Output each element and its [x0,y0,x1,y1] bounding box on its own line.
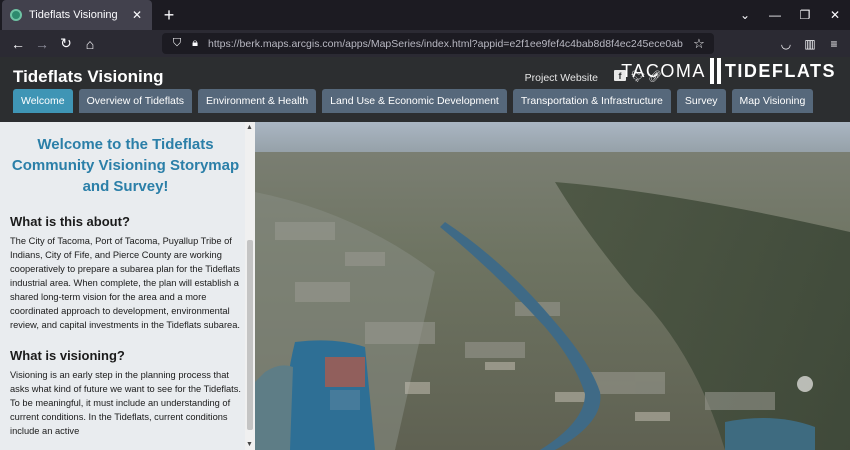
tab-map-visioning[interactable]: Map Visioning [731,89,814,113]
lock-icon[interactable]: 🔒︎ [186,37,204,50]
tab-land-use[interactable]: Land Use & Economic Development [322,89,507,113]
scroll-down-icon[interactable]: ▼ [246,441,253,448]
url-bar[interactable]: ⛉ 🔒︎ https://berk.maps.arcgis.com/apps/M… [162,33,714,54]
forward-icon[interactable]: → [30,36,54,52]
scrollbar-thumb[interactable] [247,240,253,430]
site-favicon-icon [10,9,22,21]
browser-tab-title: Tideflats Visioning [29,9,118,21]
tab-overview[interactable]: Overview of Tideflats [78,89,193,113]
project-website-link[interactable]: Project Website [525,72,598,84]
logo-text-left: TACOMA [621,60,706,81]
aerial-photo-image [255,122,850,450]
menu-icon[interactable]: ≡ [822,37,846,51]
back-icon[interactable]: ← [6,36,30,52]
tab-transportation[interactable]: Transportation & Infrastructure [512,89,671,113]
scroll-up-icon[interactable]: ▲ [246,124,253,131]
reload-icon[interactable]: ↻ [54,35,78,52]
tacoma-tideflats-logo: TACOMA TIDEFLATS [621,58,836,84]
section-text-visioning: Visioning is an early step in the planni… [10,370,241,436]
section-title-visioning: What is visioning? [10,348,125,363]
tab-environment-health[interactable]: Environment & Health [198,89,317,113]
panel-scrollbar[interactable]: ▲ ▼ [245,122,255,450]
browser-tab[interactable]: Tideflats Visioning ✕ [2,0,152,30]
aerial-photo[interactable] [255,122,850,450]
tab-welcome[interactable]: Welcome [13,89,73,113]
tab-survey[interactable]: Survey [676,89,726,113]
logo-mark-icon [709,58,721,84]
logo-text-right: TIDEFLATS [724,60,836,81]
section-tabs: Welcome Overview of Tideflats Environmen… [13,89,814,113]
section-text-about: The City of Tacoma, Port of Tacoma, Puya… [10,236,240,330]
close-tab-icon[interactable]: ✕ [130,8,144,22]
reader-view-icon[interactable]: ▥ [798,37,822,51]
close-window-icon[interactable]: ✕ [820,8,850,22]
toolbar-right: ◡ ▥ ≡ [774,30,846,57]
window-controls: ⌄ — ❐ ✕ [730,0,850,30]
new-tab-icon[interactable]: + [160,5,178,26]
browser-navbar: ← → ↻ ⌂ ⛉ 🔒︎ https://berk.maps.arcgis.co… [0,30,850,57]
restore-icon[interactable]: ❐ [790,8,820,22]
app-header: Tideflats Visioning Project Website f 🐦︎… [0,57,850,122]
main-content: Welcome to the Tideflats Community Visio… [0,122,850,450]
pocket-icon[interactable]: ◡ [774,37,798,51]
minimize-icon[interactable]: — [760,8,790,22]
chevron-down-icon[interactable]: ⌄ [730,8,760,22]
welcome-heading: Welcome to the Tideflats Community Visio… [11,136,240,195]
app-title: Tideflats Visioning [13,67,164,86]
bookmark-star-icon[interactable]: ☆ [690,36,708,52]
shield-icon[interactable]: ⛉ [168,37,186,50]
home-icon[interactable]: ⌂ [78,36,102,52]
url-text[interactable]: https://berk.maps.arcgis.com/apps/MapSer… [208,38,690,50]
side-panel: Welcome to the Tideflats Community Visio… [0,122,255,450]
browser-tabstrip: Tideflats Visioning ✕ + ⌄ — ❐ ✕ [0,0,850,30]
section-title-about: What is this about? [10,214,130,229]
